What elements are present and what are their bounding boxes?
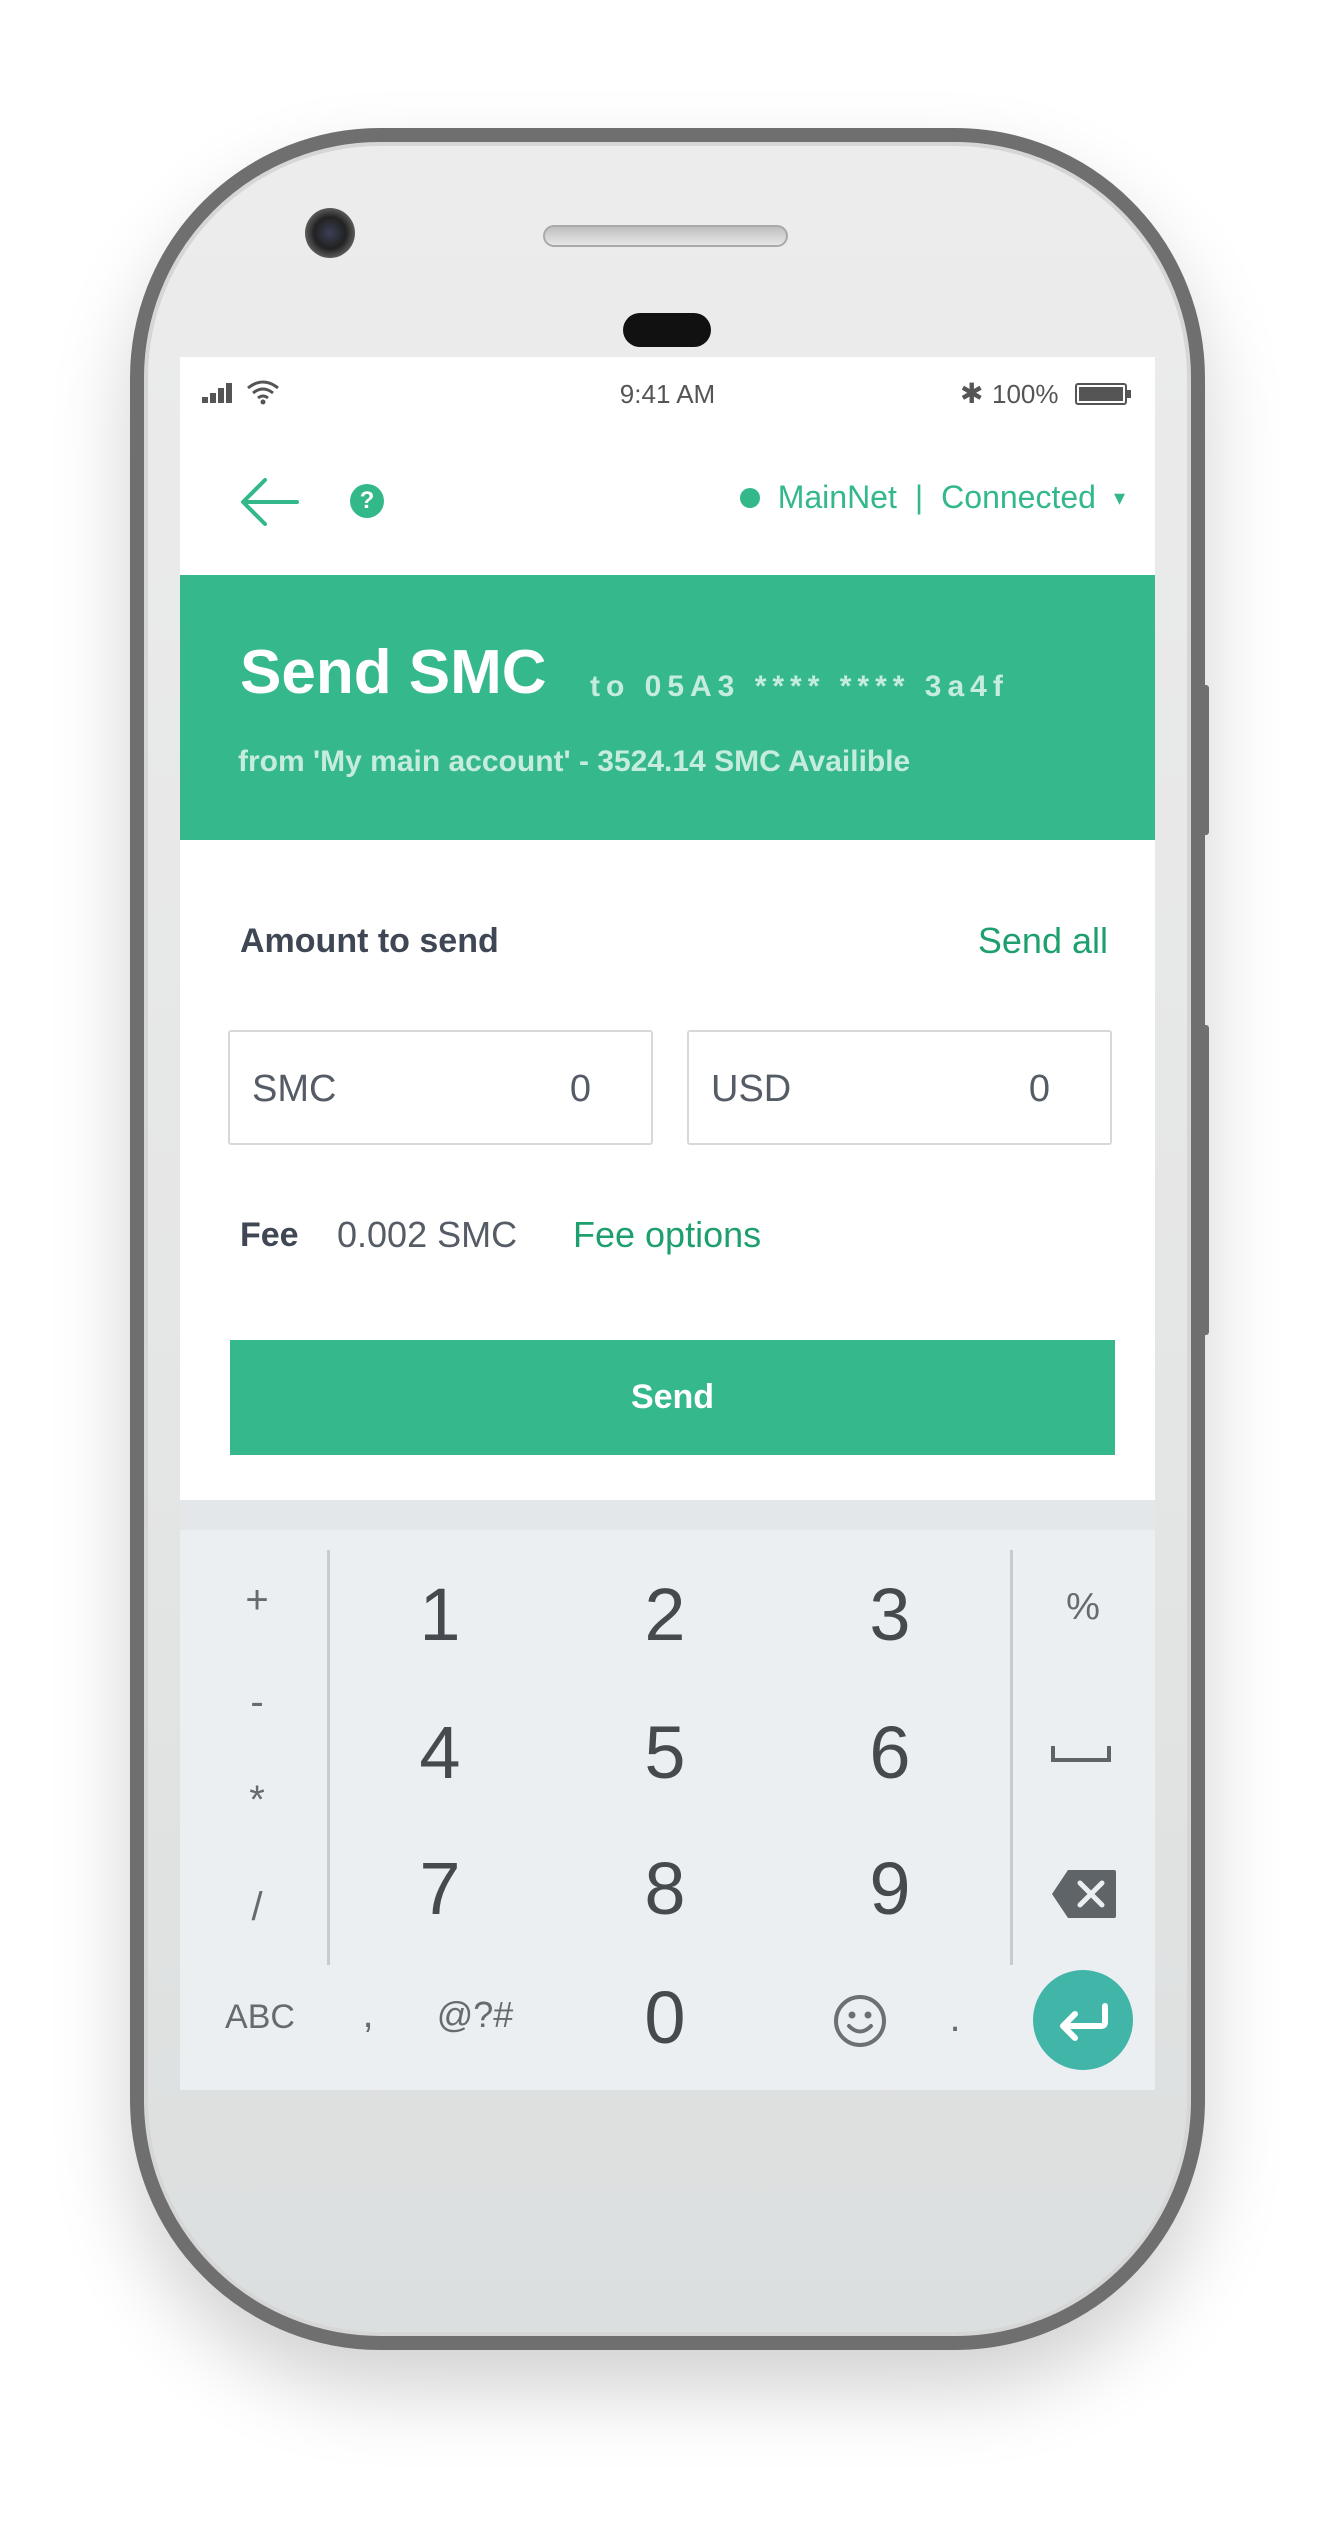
- keyboard-separator: [180, 1500, 1155, 1530]
- amount-label: Amount to send: [240, 922, 499, 960]
- key-symbols[interactable]: @?#: [425, 1994, 525, 2036]
- power-button: [1199, 685, 1209, 835]
- key-abc[interactable]: ABC: [210, 1998, 310, 2037]
- emoji-icon[interactable]: [832, 1993, 888, 2049]
- battery-percent: 100%: [992, 379, 1059, 409]
- key-2[interactable]: 2: [605, 1572, 725, 1657]
- send-header: Send SMC to 05A3 **** **** 3a4f from 'My…: [180, 575, 1155, 840]
- usd-amount-field[interactable]: USD 0: [687, 1030, 1112, 1145]
- volume-button: [1199, 1025, 1209, 1335]
- page-title: Send SMC: [240, 638, 547, 707]
- send-button[interactable]: Send: [230, 1340, 1115, 1455]
- key-comma[interactable]: ,: [348, 1992, 388, 2037]
- chevron-down-icon: ▾: [1113, 484, 1125, 510]
- enter-icon: [1060, 2003, 1108, 2041]
- battery-icon: [1075, 383, 1131, 405]
- help-icon[interactable]: ?: [350, 484, 384, 518]
- network-name: MainNet: [777, 479, 897, 515]
- app-bar: ? MainNet | Connected ▾: [180, 427, 1155, 577]
- key-asterisk[interactable]: *: [227, 1778, 287, 1823]
- smc-currency-label: SMC: [252, 1068, 337, 1110]
- usd-currency-label: USD: [711, 1068, 792, 1110]
- fee-label: Fee: [240, 1216, 299, 1254]
- send-form: Amount to send Send all SMC 0 USD 0 Fee …: [180, 840, 1155, 1500]
- smc-amount-value: 0: [569, 1068, 591, 1110]
- smc-amount-field[interactable]: SMC 0: [228, 1030, 653, 1145]
- space-icon[interactable]: [1050, 1740, 1112, 1764]
- source-account: from 'My main account' - 3524.14 SMC Ava…: [238, 745, 911, 778]
- fee-value: 0.002 SMC: [337, 1214, 518, 1255]
- recipient-address: to 05A3 **** **** 3a4f: [590, 670, 1009, 703]
- key-period[interactable]: .: [935, 1996, 975, 2041]
- key-0[interactable]: 0: [605, 1975, 725, 2060]
- numeric-keyboard: + - * / 1 2 3 4 5 6 7 8 9 % ABC , @?# 0: [180, 1530, 1155, 2090]
- keyboard-left-divider: [327, 1550, 330, 1965]
- proximity-sensor: [623, 313, 711, 347]
- key-5[interactable]: 5: [605, 1710, 725, 1795]
- send-all-link[interactable]: Send all: [978, 920, 1108, 962]
- enter-key[interactable]: [1033, 1970, 1133, 2070]
- key-7[interactable]: 7: [380, 1846, 500, 1931]
- key-1[interactable]: 1: [380, 1572, 500, 1657]
- status-bar: 9:41 AM ✱ 100%: [180, 357, 1155, 427]
- fee-options-link[interactable]: Fee options: [573, 1214, 761, 1256]
- key-minus[interactable]: -: [227, 1680, 287, 1725]
- key-slash[interactable]: /: [227, 1885, 287, 1930]
- bluetooth-icon: ✱: [960, 378, 984, 409]
- keyboard-right-divider: [1010, 1550, 1013, 1965]
- network-selector[interactable]: MainNet | Connected ▾: [739, 479, 1125, 516]
- network-separator: |: [914, 479, 924, 515]
- back-arrow-icon[interactable]: [235, 467, 305, 537]
- earpiece-speaker: [543, 225, 788, 247]
- key-6[interactable]: 6: [830, 1710, 950, 1795]
- backspace-icon[interactable]: [1050, 1868, 1118, 1920]
- screen: 9:41 AM ✱ 100% ? MainNet | Connected ▾ S…: [180, 357, 1155, 2090]
- key-9[interactable]: 9: [830, 1846, 950, 1931]
- key-4[interactable]: 4: [380, 1710, 500, 1795]
- key-percent[interactable]: %: [1053, 1586, 1113, 1629]
- key-3[interactable]: 3: [830, 1572, 950, 1657]
- front-camera: [305, 208, 355, 258]
- key-plus[interactable]: +: [227, 1578, 287, 1623]
- connection-dot-icon: [739, 487, 760, 508]
- usd-amount-value: 0: [1028, 1068, 1050, 1110]
- key-8[interactable]: 8: [605, 1846, 725, 1931]
- connection-status: Connected: [941, 479, 1096, 515]
